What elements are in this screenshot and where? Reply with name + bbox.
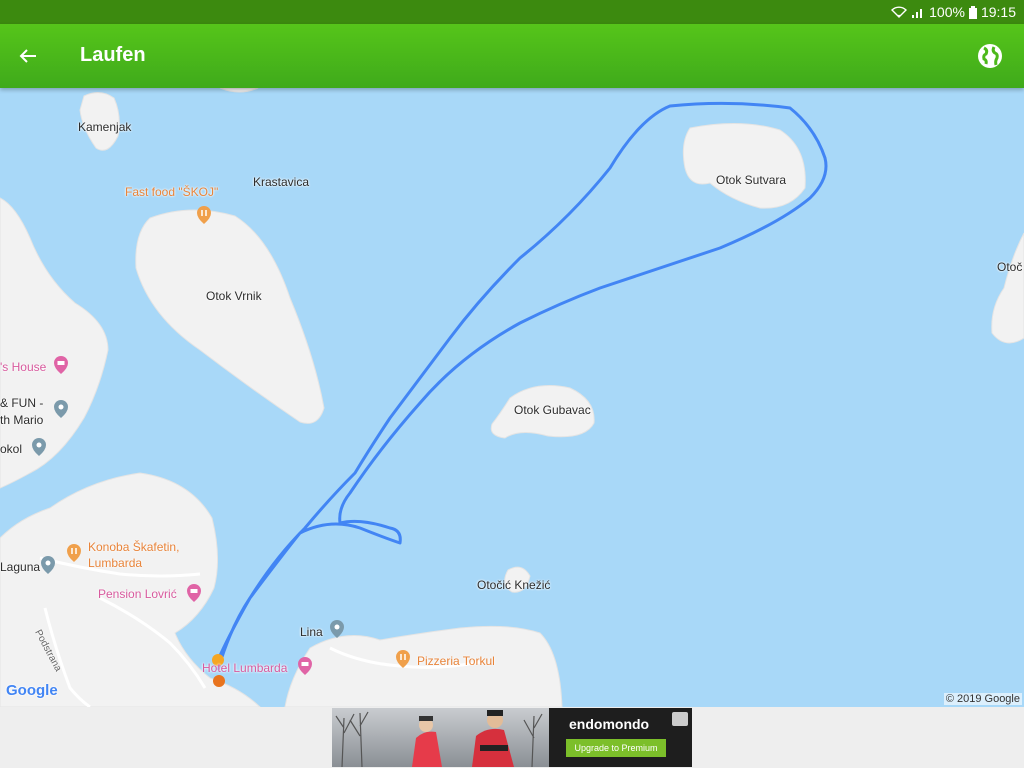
place-pin-icon[interactable] [330,620,344,638]
label-otocic-knezic: Otočić Knežić [477,578,551,592]
battery-percent: 100% [929,4,965,20]
label-fun[interactable]: & FUN - [0,396,43,410]
route-end-marker [213,675,225,687]
label-hotel-lumbarda[interactable]: Hotel Lumbarda [202,661,287,675]
label-konoba-2[interactable]: Lumbarda [88,556,142,570]
place-pin-icon[interactable] [54,400,68,418]
ad-panel: endomondo Upgrade to Premium [549,708,692,767]
page-title: Laufen [80,44,146,66]
label-sokol[interactable]: okol [0,442,22,456]
arrow-back-icon [19,49,36,63]
map-copyright: © 2019 Google [943,693,1022,705]
google-logo-text: Google [6,682,58,699]
restaurant-pin-icon[interactable] [67,544,81,562]
land-east [991,232,1024,344]
place-pin-icon[interactable] [32,438,46,456]
label-fast-food[interactable]: Fast food "ŠKOJ" [125,185,218,199]
map-view[interactable]: Kamenjak Krastavica Fast food "ŠKOJ" Oto… [0,88,1024,707]
restaurant-pin-icon[interactable] [197,206,211,224]
label-laguna[interactable]: Laguna [0,560,40,574]
ad-bar: endomondo Upgrade to Premium [0,707,1024,768]
battery-icon [968,5,977,19]
label-otok-gubavac: Otok Gubavac [514,403,591,417]
google-logo: Google [6,682,58,699]
ad-photo [332,708,549,767]
map-canvas [0,88,1024,707]
ad-banner[interactable]: endomondo Upgrade to Premium [332,708,692,767]
label-krastavica: Krastavica [253,175,310,189]
restaurant-pin-icon[interactable] [396,650,410,668]
app-bar: Laufen [0,24,1024,88]
label-pizzeria[interactable]: Pizzeria Torkul [417,654,495,668]
hotel-pin-icon[interactable] [54,356,68,374]
label-otok-vrnik: Otok Vrnik [206,289,262,303]
label-kamenjak: Kamenjak [78,120,132,134]
hotel-pin-icon[interactable] [298,657,312,675]
label-otok-sutvara: Otok Sutvara [716,173,787,187]
globe-icon [978,44,1002,68]
map-type-button[interactable] [976,42,1004,70]
island-vrnik [135,209,325,424]
ad-info-icon[interactable] [672,712,688,726]
label-otoc-partial: Otoč [997,260,1023,274]
runners-image-icon [335,710,543,767]
hotel-pin-icon[interactable] [187,584,201,602]
label-konoba-1[interactable]: Konoba Škafetin, [88,540,179,554]
label-mario[interactable]: th Mario [0,413,43,427]
label-pension[interactable]: Pension Lovrić [98,587,177,601]
signal-icon [912,9,923,18]
land-north-bit [219,88,259,93]
wifi-icon [891,6,908,18]
ad-brand: endomondo [569,716,650,732]
place-pin-icon[interactable] [41,556,55,574]
label-house[interactable]: 's House [0,360,46,374]
island-sutvara [682,123,806,209]
status-bar: 100% 19:15 [0,0,1024,24]
back-button[interactable] [10,38,46,74]
label-lina[interactable]: Lina [300,625,323,639]
upgrade-button[interactable]: Upgrade to Premium [566,739,666,757]
clock: 19:15 [980,4,1016,20]
